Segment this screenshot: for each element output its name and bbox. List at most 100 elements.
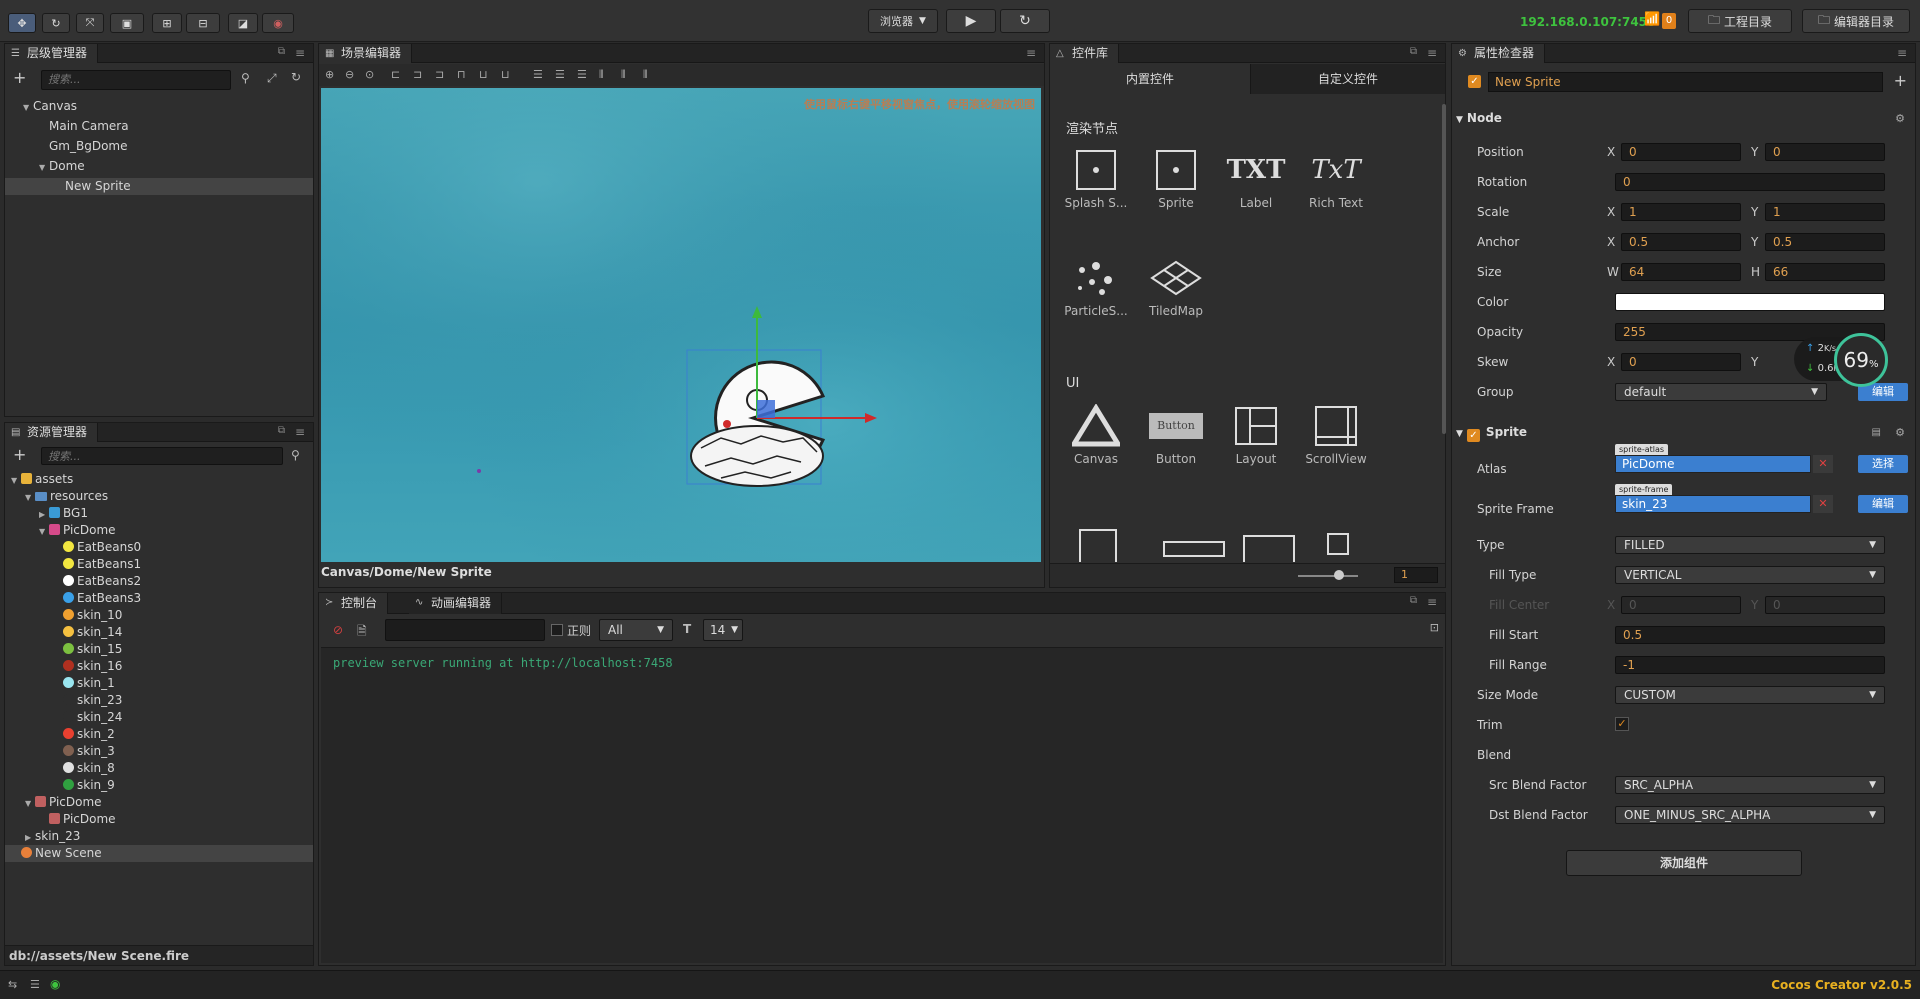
move-tool-icon[interactable]: ✥ — [8, 13, 36, 33]
refresh-button[interactable]: ↻ — [1000, 9, 1050, 33]
atlas-asset-field[interactable]: PicDome — [1615, 455, 1811, 473]
scale-x-input[interactable]: 1 — [1621, 203, 1741, 221]
fill-type-select[interactable]: VERTICAL ▼ — [1615, 566, 1885, 584]
distribute-4-icon[interactable]: ⫴ — [599, 68, 604, 82]
align-hcenter-icon[interactable]: ⊐ — [413, 68, 422, 81]
rotate-tool-icon[interactable]: ↻ — [42, 13, 70, 33]
hierarchy-search-input[interactable]: 搜索... — [41, 70, 231, 90]
tab-widgets[interactable]: △ 控件库 — [1050, 44, 1120, 63]
asset-item[interactable]: ▼ PicDome — [5, 522, 313, 539]
distribute-2-icon[interactable]: ☰ — [555, 68, 565, 81]
expand-icon[interactable]: ⤢ — [267, 71, 277, 86]
asset-item[interactable]: New Scene — [5, 845, 313, 862]
asset-item[interactable]: skin_24 — [5, 709, 313, 726]
asset-item[interactable]: ▶ BG1 — [5, 505, 313, 522]
src-blend-select[interactable]: SRC_ALPHA ▼ — [1615, 776, 1885, 794]
sprite_frame-button[interactable]: 编辑 — [1858, 495, 1908, 513]
collapse-icon[interactable]: ⊡ — [1430, 621, 1439, 634]
maximize-icon[interactable]: ⧉ — [1410, 595, 1417, 606]
tab-custom-widgets[interactable]: 自定义控件 — [1250, 64, 1445, 94]
align-bottom-icon[interactable]: ⊔ — [501, 68, 510, 81]
node-name-input[interactable]: New Sprite — [1488, 72, 1883, 92]
trim-checkbox[interactable]: ✓ — [1615, 717, 1629, 731]
scale-y-input[interactable]: 1 — [1765, 203, 1885, 221]
asset-item[interactable]: ▶ skin_23 — [5, 828, 313, 845]
menu-icon[interactable]: ≡ — [1427, 46, 1437, 60]
maximize-icon[interactable]: ⧉ — [1410, 46, 1417, 57]
open-log-icon[interactable]: 🗎 — [357, 622, 367, 643]
editor-dir-button[interactable]: 🗀 编辑器目录 — [1802, 9, 1910, 33]
asset-item[interactable]: skin_15 — [5, 641, 313, 658]
tab-animation[interactable]: ∿ 动画编辑器 — [409, 593, 503, 614]
local-toggle-icon[interactable]: ⊟ — [186, 13, 220, 33]
align-left-icon[interactable]: ⊏ — [391, 68, 400, 81]
search-icon[interactable]: ⚲ — [291, 448, 300, 462]
zoom-in-icon[interactable]: ⊕ — [325, 68, 334, 81]
settings-icon[interactable]: ⚙ — [1895, 426, 1905, 439]
anchor-y-input[interactable]: 0.5 — [1765, 233, 1885, 251]
tree-toggle-icon[interactable]: ▶ — [25, 829, 35, 846]
zoom-slider-track[interactable] — [1298, 575, 1358, 577]
asset-item[interactable]: skin_3 — [5, 743, 313, 760]
asset-item[interactable]: ▼ assets — [5, 471, 313, 488]
widget-sprite[interactable]: Sprite — [1136, 144, 1216, 210]
zoom-slider-handle[interactable] — [1334, 570, 1344, 580]
assets-search-input[interactable]: 搜索... — [41, 447, 283, 465]
clear-console-icon[interactable]: ⊘ — [333, 623, 343, 637]
maximize-icon[interactable]: ⧉ — [278, 46, 285, 57]
asset-item[interactable]: skin_2 — [5, 726, 313, 743]
tab-console[interactable]: ≻ 控制台 — [319, 593, 389, 614]
asset-item[interactable]: skin_23 — [5, 692, 313, 709]
menu-icon[interactable]: ≡ — [295, 46, 305, 60]
zoom-reset-icon[interactable]: ⊙ — [365, 68, 374, 81]
fill-start-input[interactable]: 0.5 — [1615, 626, 1885, 644]
scene-viewport[interactable]: 使用鼠标右键平移视窗焦点，使用滚轮缩放视图 — [321, 88, 1041, 562]
tree-toggle-icon[interactable]: ▼ — [11, 472, 21, 489]
sprite_frame-clear-icon[interactable]: ✕ — [1813, 495, 1833, 513]
hierarchy-node[interactable]: New Sprite — [5, 178, 313, 195]
refresh-icon[interactable]: ↻ — [291, 70, 301, 84]
size-h-input[interactable]: 66 — [1765, 263, 1885, 281]
align-vcenter-icon[interactable]: ⊔ — [479, 68, 488, 81]
menu-icon[interactable]: ≡ — [1026, 46, 1036, 60]
widget-button[interactable]: Button Button — [1136, 400, 1216, 466]
console-filter-input[interactable] — [385, 619, 545, 641]
fill-center-x-input[interactable]: 0 — [1621, 596, 1741, 614]
asset-item[interactable]: EatBeans0 — [5, 539, 313, 556]
hierarchy-node[interactable]: ▼ Canvas — [5, 98, 313, 115]
tab-builtin-widgets[interactable]: 内置控件 — [1050, 64, 1250, 94]
2d3d-toggle-icon[interactable]: ◪ — [228, 13, 258, 33]
skew-x-input[interactable]: 0 — [1621, 353, 1741, 371]
size-w-input[interactable]: 64 — [1621, 263, 1741, 281]
search-icon[interactable]: ⚲ — [241, 71, 250, 85]
tree-toggle-icon[interactable]: ▶ — [39, 506, 49, 523]
doc-icon[interactable]: ▤ — [1872, 427, 1881, 438]
position-y-input[interactable]: 0 — [1765, 143, 1885, 161]
node-active-checkbox[interactable]: ✓ — [1468, 75, 1481, 88]
dst-blend-select[interactable]: ONE_MINUS_SRC_ALPHA ▼ — [1615, 806, 1885, 824]
play-button[interactable]: ▶ — [946, 9, 996, 33]
distribute-1-icon[interactable]: ☰ — [533, 68, 543, 81]
widget-splash[interactable]: Splash S... — [1056, 144, 1136, 210]
notification-badge[interactable]: 0 — [1662, 13, 1676, 29]
asset-item[interactable]: EatBeans2 — [5, 573, 313, 590]
widget-particle[interactable]: ParticleS... — [1056, 252, 1136, 318]
rect-tool-icon[interactable]: ▣ — [110, 13, 144, 33]
tab-scene[interactable]: ▦ 场景编辑器 — [319, 44, 413, 63]
color-swatch[interactable] — [1615, 293, 1885, 311]
atlas-button[interactable]: 选择 — [1858, 455, 1908, 473]
tree-toggle-icon[interactable]: ▼ — [39, 523, 49, 540]
asset-item[interactable]: skin_1 — [5, 675, 313, 692]
snap-toggle-icon[interactable]: ◉ — [262, 13, 294, 33]
settings-icon[interactable]: ⚙ — [1895, 112, 1905, 125]
asset-item[interactable]: ▼ PicDome — [5, 794, 313, 811]
asset-item[interactable]: skin_16 — [5, 658, 313, 675]
asset-item[interactable]: ▼ resources — [5, 488, 313, 505]
eye-icon[interactable]: ◉ — [50, 977, 60, 991]
sprite-section[interactable]: ▼ ✓ Sprite — [1456, 422, 1911, 442]
project-dir-button[interactable]: 🗀 工程目录 — [1688, 9, 1792, 33]
database-icon[interactable]: ☰ — [30, 978, 40, 991]
rotation-input[interactable]: 0 — [1615, 173, 1885, 191]
add-node-button[interactable]: + — [13, 68, 26, 87]
node-section[interactable]: ▼ Node — [1456, 108, 1911, 128]
